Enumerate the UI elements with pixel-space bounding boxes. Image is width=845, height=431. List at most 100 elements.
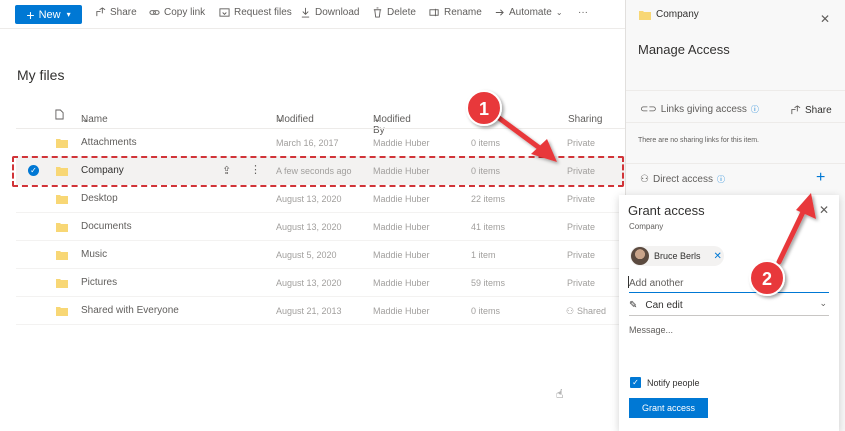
download-label: Download <box>315 7 360 18</box>
download-icon <box>301 7 310 18</box>
share-icon <box>96 7 106 17</box>
sharing-status: Shared <box>577 306 607 316</box>
chevron-down-icon: ▾ <box>66 10 71 19</box>
file-name[interactable]: Pictures <box>81 277 117 288</box>
table-row[interactable]: Attachments March 16, 2017 Maddie Huber 0 i… <box>16 129 625 157</box>
links-label: Links giving access <box>660 104 747 115</box>
file-name[interactable]: Attachments <box>81 137 137 148</box>
links-giving-access: ⊂⊃ Links giving access ⓘ <box>640 104 759 115</box>
page-title: My files <box>17 67 65 83</box>
highlight-box <box>12 156 624 187</box>
permission-dropdown[interactable]: ✎ Can edit ⌄ <box>629 298 829 312</box>
folder-icon <box>56 307 68 316</box>
panel-divider <box>626 163 845 164</box>
file-size: 0 items <box>471 306 501 316</box>
text-caret <box>628 276 629 288</box>
file-type-icon[interactable] <box>55 109 64 120</box>
more-button[interactable]: ··· <box>578 7 588 18</box>
notify-label: Notify people <box>647 377 700 388</box>
panel-title: Manage Access <box>638 42 730 57</box>
sharing-status: Private <box>567 250 596 260</box>
rename-icon <box>429 8 439 17</box>
rename-button[interactable]: Rename <box>429 7 482 18</box>
command-bar-divider <box>0 28 625 29</box>
table-row[interactable]: Shared with Everyone August 21, 2013 Maddi… <box>16 297 625 325</box>
onedrive-window: + New ▾ Share Copy link Request files Do… <box>0 0 845 431</box>
chevron-down-icon: ⌄ <box>81 114 90 125</box>
avatar <box>631 247 649 265</box>
modified-date: August 21, 2013 <box>276 306 342 316</box>
new-button[interactable]: + New ▾ <box>15 5 82 24</box>
grant-access-button[interactable]: Grant access <box>629 398 708 418</box>
close-icon[interactable]: ✕ <box>820 12 830 26</box>
table-row[interactable]: Desktop August 13, 2020 Maddie Huber 22 ite… <box>16 185 625 213</box>
table-row[interactable]: Pictures August 13, 2020 Maddie Huber 59 it… <box>16 269 625 297</box>
modified-date: August 13, 2020 <box>276 194 342 204</box>
modified-date: August 13, 2020 <box>276 222 342 232</box>
shared-icon: ⚇ <box>566 306 575 316</box>
chevron-down-icon: ⌄ <box>373 114 382 125</box>
share-button[interactable]: Share <box>95 7 137 18</box>
notify-people-checkbox[interactable]: ✓ Notify people <box>630 377 700 388</box>
chevron-down-icon: ⌄ <box>276 114 285 125</box>
file-name[interactable]: Documents <box>81 221 132 232</box>
folder-icon <box>56 195 68 204</box>
share-label: Share <box>110 7 137 18</box>
sharing-status: Private <box>567 222 596 232</box>
panel-divider <box>626 122 845 123</box>
modified-by: Maddie Huber <box>373 138 430 148</box>
panel-breadcrumb: Company <box>639 9 699 20</box>
add-direct-access-button[interactable]: + <box>816 170 825 186</box>
sharing-status: Private <box>567 138 596 148</box>
folder-icon <box>56 251 68 260</box>
message-field[interactable]: Message... <box>629 325 673 335</box>
person-name: Bruce Berls <box>654 251 701 261</box>
file-name[interactable]: Desktop <box>81 193 118 204</box>
delete-button[interactable]: Delete <box>372 7 416 18</box>
direct-access: ⚇ Direct access ⓘ <box>640 174 725 185</box>
command-bar: + New ▾ Share Copy link Request files Do… <box>0 0 625 28</box>
person-icon: ⚇ <box>640 174 649 185</box>
automate-icon <box>495 9 504 16</box>
table-row[interactable]: Music August 5, 2020 Maddie Huber 1 item Pri… <box>16 241 625 269</box>
chevron-down-icon: ⌄ <box>819 298 827 308</box>
remove-person-icon[interactable]: ✕ <box>714 251 722 262</box>
panel-divider <box>626 90 845 91</box>
file-size: 41 items <box>471 222 506 232</box>
copy-link-label: Copy link <box>164 7 206 18</box>
info-icon[interactable]: ⓘ <box>717 174 725 185</box>
folder-icon <box>639 10 651 20</box>
chevron-down-icon: ⌄ <box>555 8 563 17</box>
info-icon[interactable]: ⓘ <box>751 104 759 115</box>
modified-by: Maddie Huber <box>373 250 430 260</box>
grant-subtitle: Company <box>629 222 664 231</box>
modified-by: Maddie Huber <box>373 306 430 316</box>
link-icon <box>149 10 160 15</box>
table-row[interactable]: Documents August 13, 2020 Maddie Huber 41 i… <box>16 213 625 241</box>
direct-access-label: Direct access <box>652 174 713 185</box>
file-name[interactable]: Music <box>81 249 107 260</box>
share-icon <box>791 105 801 115</box>
file-size: 22 items <box>471 194 506 204</box>
add-another-input[interactable] <box>629 275 829 293</box>
close-icon[interactable]: ✕ <box>819 203 829 217</box>
table-header: Name ⌄ Modified ⌄ Modified By ⌄ Sharing <box>0 104 625 136</box>
folder-icon <box>56 279 68 288</box>
rename-label: Rename <box>444 7 482 18</box>
request-files-button[interactable]: Request files <box>219 7 292 18</box>
column-sharing-label: Sharing <box>568 114 603 125</box>
copy-link-button[interactable]: Copy link <box>149 7 205 18</box>
grant-access-card: Grant access Company ✕ Bruce Berls ✕ ✎ C… <box>619 195 839 431</box>
plus-icon: + <box>26 6 35 23</box>
automate-button[interactable]: Automate ⌄ <box>494 7 563 18</box>
download-button[interactable]: Download <box>300 7 359 18</box>
delete-icon <box>373 7 382 18</box>
permission-value: Can edit <box>645 299 683 311</box>
file-name[interactable]: Shared with Everyone <box>81 305 179 316</box>
automate-label: Automate <box>509 7 552 18</box>
modified-by: Maddie Huber <box>373 222 430 232</box>
permission-underline <box>629 315 829 316</box>
more-label: ··· <box>578 7 588 18</box>
no-links-text: There are no sharing links for this item… <box>638 137 759 144</box>
panel-share-button[interactable]: Share <box>790 105 832 116</box>
